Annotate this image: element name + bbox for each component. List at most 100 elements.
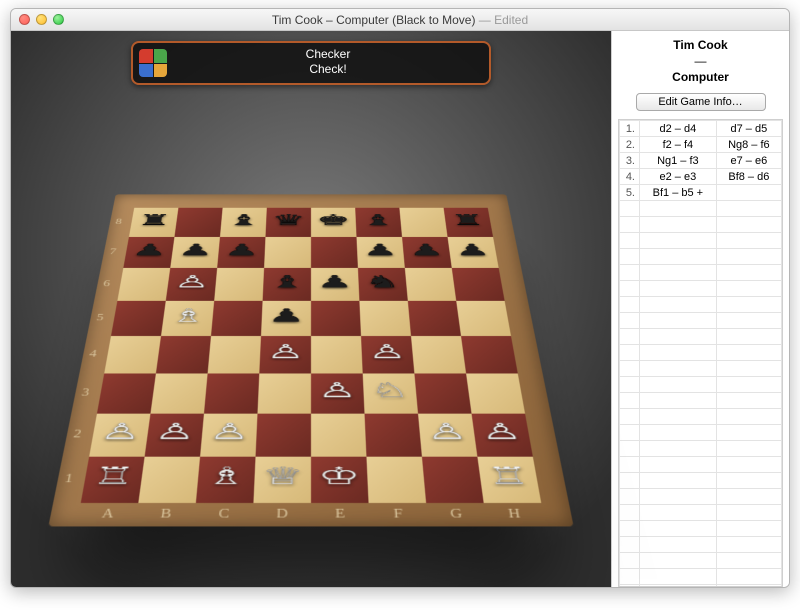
black-move[interactable]: d7 – d5 bbox=[716, 121, 781, 137]
move-row bbox=[620, 281, 782, 297]
square-d4[interactable] bbox=[259, 336, 311, 373]
square-d6[interactable] bbox=[263, 268, 311, 301]
square-g7[interactable] bbox=[402, 237, 452, 268]
minimize-icon[interactable] bbox=[36, 14, 47, 25]
square-c8[interactable] bbox=[220, 208, 267, 237]
square-e3[interactable] bbox=[311, 373, 365, 413]
titlebar[interactable]: Tim Cook – Computer (Black to Move) — Ed… bbox=[11, 9, 789, 31]
square-c4[interactable] bbox=[208, 336, 261, 373]
move-row bbox=[620, 313, 782, 329]
square-g1[interactable] bbox=[422, 456, 484, 502]
square-g4[interactable] bbox=[411, 336, 466, 373]
square-f1[interactable] bbox=[366, 456, 426, 502]
zoom-icon[interactable] bbox=[53, 14, 64, 25]
square-a2[interactable] bbox=[89, 413, 150, 456]
square-a7[interactable] bbox=[123, 237, 174, 268]
white-move[interactable]: d2 – d4 bbox=[640, 121, 717, 137]
move-row bbox=[620, 361, 782, 377]
square-b3[interactable] bbox=[150, 373, 207, 413]
move-row[interactable]: 1.d2 – d4d7 – d5 bbox=[620, 121, 782, 137]
square-d3[interactable] bbox=[257, 373, 311, 413]
square-h5[interactable] bbox=[456, 301, 511, 336]
white-move[interactable]: Ng1 – f3 bbox=[640, 153, 717, 169]
square-d1[interactable] bbox=[253, 456, 311, 502]
move-number: 4. bbox=[620, 169, 640, 185]
square-a8[interactable] bbox=[129, 208, 178, 237]
move-list[interactable]: 1.d2 – d4d7 – d52.f2 – f4Ng8 – f63.Ng1 –… bbox=[618, 119, 783, 587]
chess-board[interactable]: ABCDEFGH87654321♜♝♛♚♝♜♟♟♟♟♟♟♙♝♟♞♗♟♙♙♙♘♙♙… bbox=[61, 81, 561, 571]
square-a4[interactable] bbox=[104, 336, 161, 373]
rank-label: 7 bbox=[109, 247, 117, 257]
square-d2[interactable] bbox=[256, 413, 311, 456]
black-move[interactable]: e7 – e6 bbox=[716, 153, 781, 169]
square-b1[interactable] bbox=[138, 456, 200, 502]
window-title: Tim Cook – Computer (Black to Move) — Ed… bbox=[11, 13, 789, 27]
square-b6[interactable] bbox=[166, 268, 217, 301]
close-icon[interactable] bbox=[19, 14, 30, 25]
square-b4[interactable] bbox=[156, 336, 211, 373]
square-f3[interactable] bbox=[363, 373, 418, 413]
square-e1[interactable] bbox=[311, 456, 369, 502]
title-status: — Edited bbox=[475, 13, 528, 27]
edit-game-info-button[interactable]: Edit Game Info… bbox=[636, 93, 766, 111]
square-a3[interactable] bbox=[97, 373, 156, 413]
square-h1[interactable] bbox=[477, 456, 541, 502]
square-g5[interactable] bbox=[408, 301, 461, 336]
square-g6[interactable] bbox=[405, 268, 456, 301]
square-f4[interactable] bbox=[361, 336, 414, 373]
white-move[interactable]: f2 – f4 bbox=[640, 137, 717, 153]
square-b8[interactable] bbox=[174, 208, 222, 237]
square-e7[interactable] bbox=[311, 237, 358, 268]
square-d5[interactable] bbox=[261, 301, 311, 336]
square-c7[interactable] bbox=[217, 237, 265, 268]
square-b2[interactable] bbox=[145, 413, 204, 456]
square-e2[interactable] bbox=[311, 413, 366, 456]
square-b7[interactable] bbox=[170, 237, 220, 268]
move-row[interactable]: 3.Ng1 – f3e7 – e6 bbox=[620, 153, 782, 169]
square-c2[interactable] bbox=[200, 413, 257, 456]
square-h2[interactable] bbox=[472, 413, 533, 456]
square-a6[interactable] bbox=[117, 268, 170, 301]
window-controls bbox=[19, 14, 64, 25]
square-c5[interactable] bbox=[211, 301, 263, 336]
square-a5[interactable] bbox=[111, 301, 166, 336]
rank-label: 8 bbox=[115, 217, 123, 226]
square-h7[interactable] bbox=[448, 237, 499, 268]
square-g3[interactable] bbox=[414, 373, 471, 413]
black-move[interactable] bbox=[716, 185, 781, 201]
move-row[interactable]: 2.f2 – f4Ng8 – f6 bbox=[620, 137, 782, 153]
square-c3[interactable] bbox=[204, 373, 259, 413]
square-f5[interactable] bbox=[359, 301, 411, 336]
square-e8[interactable] bbox=[311, 208, 357, 237]
square-f2[interactable] bbox=[365, 413, 422, 456]
black-move[interactable]: Bf8 – d6 bbox=[716, 169, 781, 185]
file-label: D bbox=[276, 507, 288, 523]
white-move[interactable]: e2 – e3 bbox=[640, 169, 717, 185]
square-h6[interactable] bbox=[452, 268, 505, 301]
square-e5[interactable] bbox=[311, 301, 361, 336]
square-c1[interactable] bbox=[196, 456, 256, 502]
square-h8[interactable] bbox=[444, 208, 493, 237]
player-white: Tim Cook bbox=[618, 37, 783, 53]
square-f7[interactable] bbox=[357, 237, 405, 268]
square-g2[interactable] bbox=[418, 413, 477, 456]
square-d7[interactable] bbox=[264, 237, 311, 268]
black-move[interactable]: Ng8 – f6 bbox=[716, 137, 781, 153]
move-row[interactable]: 4.e2 – e3Bf8 – d6 bbox=[620, 169, 782, 185]
square-e6[interactable] bbox=[311, 268, 359, 301]
square-c6[interactable] bbox=[214, 268, 264, 301]
move-row bbox=[620, 393, 782, 409]
square-h4[interactable] bbox=[461, 336, 518, 373]
square-f8[interactable] bbox=[355, 208, 402, 237]
move-row bbox=[620, 377, 782, 393]
square-d8[interactable] bbox=[265, 208, 311, 237]
square-e4[interactable] bbox=[311, 336, 363, 373]
square-b5[interactable] bbox=[161, 301, 214, 336]
move-number: 1. bbox=[620, 121, 640, 137]
square-a1[interactable] bbox=[81, 456, 145, 502]
white-move[interactable]: Bf1 – b5 + bbox=[640, 185, 717, 201]
square-h3[interactable] bbox=[466, 373, 525, 413]
move-row[interactable]: 5.Bf1 – b5 + bbox=[620, 185, 782, 201]
square-f6[interactable] bbox=[358, 268, 408, 301]
square-g8[interactable] bbox=[399, 208, 447, 237]
